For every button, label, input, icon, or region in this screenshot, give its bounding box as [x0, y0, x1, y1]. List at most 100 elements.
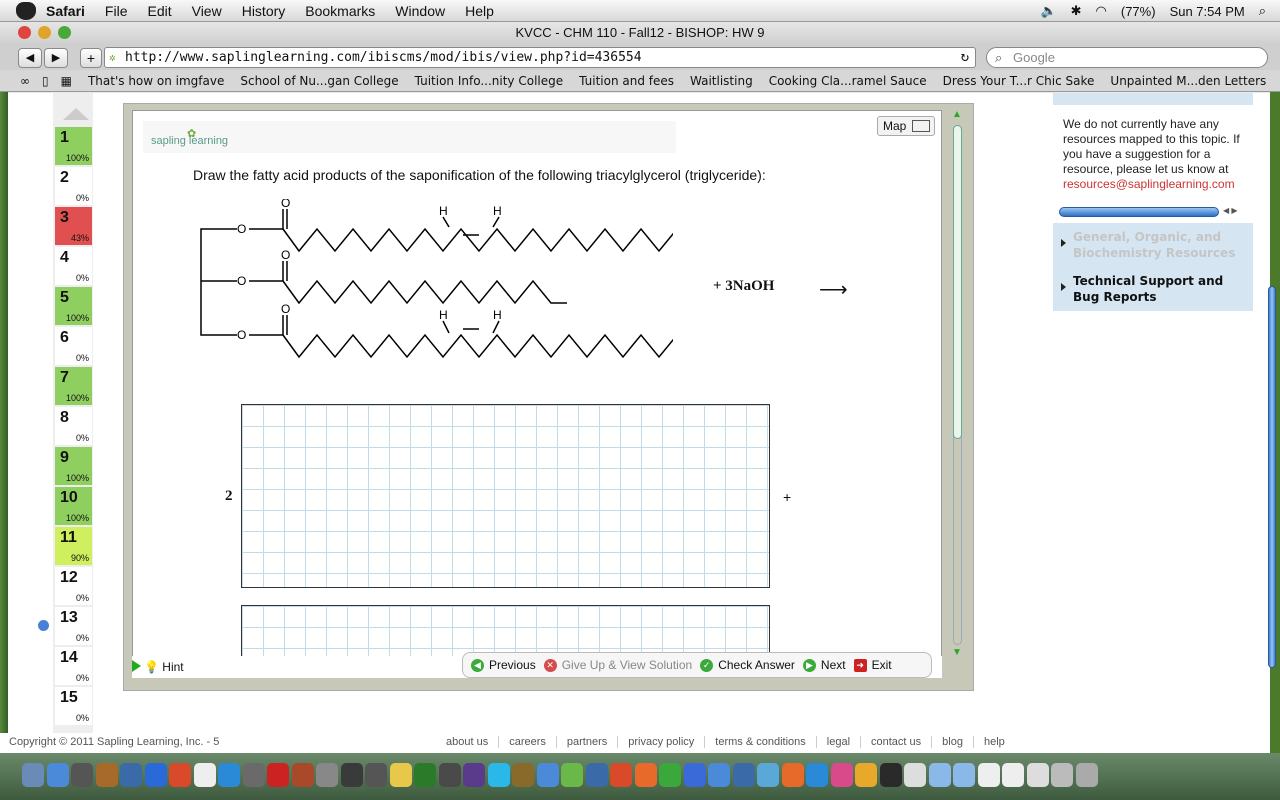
question-item-4[interactable]: 4 0%: [55, 247, 92, 285]
dock-app-icon[interactable]: [659, 763, 681, 787]
content-scrollbar[interactable]: ▲ ▼: [950, 109, 964, 659]
bookmark-item[interactable]: Tuition Info...nity College: [415, 74, 564, 88]
dock-app-icon[interactable]: [904, 763, 926, 787]
scroll-thumb[interactable]: [953, 125, 962, 439]
previous-button[interactable]: ◀ Previous: [471, 658, 536, 672]
dock-app-icon[interactable]: [781, 763, 804, 787]
add-bookmark-button[interactable]: +: [80, 48, 102, 68]
dock-app-icon[interactable]: [561, 763, 583, 787]
dock-app-icon[interactable]: [1002, 763, 1024, 787]
sidebar-hscrollbar[interactable]: ◀ ▶: [1053, 205, 1253, 219]
dock-app-icon[interactable]: [389, 763, 412, 787]
dock-app-icon[interactable]: [365, 763, 387, 787]
dock-app-icon[interactable]: [634, 763, 657, 787]
dock-app-icon[interactable]: [144, 763, 167, 787]
give-up-button[interactable]: ✕ Give Up & View Solution: [543, 658, 692, 672]
menu-edit[interactable]: Edit: [147, 3, 171, 19]
apple-icon[interactable]: [16, 1, 36, 20]
dock-app-icon[interactable]: [806, 763, 828, 787]
footer-link[interactable]: contact us: [861, 736, 933, 748]
footer-link[interactable]: terms & conditions: [705, 736, 817, 748]
bookmark-item[interactable]: Tuition and fees: [579, 74, 674, 88]
footer-link[interactable]: about us: [436, 736, 500, 748]
dock-app-icon[interactable]: [1075, 763, 1098, 787]
question-item-11[interactable]: 11 90%: [55, 527, 92, 565]
footer-link[interactable]: partners: [557, 736, 619, 748]
menu-help[interactable]: Help: [465, 3, 494, 19]
scroll-up-triangle-icon[interactable]: [63, 108, 89, 120]
clock[interactable]: Sun 7:54 PM: [1170, 4, 1245, 19]
dock-app-icon[interactable]: [218, 763, 240, 787]
close-window-button[interactable]: [18, 26, 31, 39]
sidebar-hscroll-arrows-icon[interactable]: ◀ ▶: [1223, 206, 1238, 215]
dock-app-icon[interactable]: [193, 763, 216, 787]
dock-app-icon[interactable]: [340, 763, 363, 787]
question-item-13[interactable]: 13 0%: [55, 607, 92, 645]
dock-app-icon[interactable]: [879, 763, 902, 787]
dock-app-icon[interactable]: [438, 763, 461, 787]
dock-app-icon[interactable]: [120, 763, 142, 787]
question-item-2[interactable]: 2 0%: [55, 167, 92, 205]
question-item-7[interactable]: 7 100%: [55, 367, 92, 405]
bookmarks-book-icon[interactable]: ▯: [42, 74, 49, 88]
map-button[interactable]: Map: [877, 116, 935, 136]
question-item-6[interactable]: 6 0%: [55, 327, 92, 365]
question-item-15[interactable]: 15 0%: [55, 687, 92, 725]
bookmark-item[interactable]: Waitlisting: [690, 74, 753, 88]
scroll-down-arrow-icon[interactable]: ▼: [952, 647, 962, 658]
question-item-5[interactable]: 5 100%: [55, 287, 92, 325]
dock-app-icon[interactable]: [830, 763, 853, 787]
menu-bookmarks[interactable]: Bookmarks: [305, 3, 375, 19]
dock-app-icon[interactable]: [708, 763, 730, 787]
page-scroll-thumb[interactable]: [1268, 286, 1276, 668]
dock-app-icon[interactable]: [22, 763, 44, 787]
footer-link[interactable]: blog: [932, 736, 974, 748]
page-scrollbar[interactable]: [1266, 93, 1278, 733]
dock-app-icon[interactable]: [610, 763, 632, 787]
resources-email-link[interactable]: resources@saplinglearning.com: [1063, 177, 1235, 191]
spotlight-icon[interactable]: ⌕: [1259, 3, 1266, 19]
dock-app-icon[interactable]: [757, 763, 779, 787]
dock-app-icon[interactable]: [683, 763, 706, 787]
minimize-window-button[interactable]: [38, 26, 51, 39]
dock-app-icon[interactable]: [316, 763, 338, 787]
volume-icon[interactable]: 🔈: [1040, 3, 1056, 19]
sidebar-item-general-organic[interactable]: General, Organic, and Biochemistry Resou…: [1053, 223, 1253, 267]
dock-app-icon[interactable]: [732, 763, 755, 787]
menu-app-name[interactable]: Safari: [46, 3, 85, 19]
footer-link[interactable]: privacy policy: [618, 736, 706, 748]
play-icon[interactable]: [132, 660, 141, 672]
search-field[interactable]: ⌕ Google: [986, 47, 1268, 68]
bluetooth-icon[interactable]: ✱: [1071, 3, 1082, 19]
dock-app-icon[interactable]: [855, 763, 877, 787]
dock-app-icon[interactable]: [267, 763, 289, 787]
dock-app-icon[interactable]: [536, 763, 559, 787]
question-item-12[interactable]: 12 0%: [55, 567, 92, 605]
reading-list-icon[interactable]: ∞: [20, 74, 30, 88]
dock-app-icon[interactable]: [71, 763, 93, 787]
hint-button[interactable]: 💡 Hint: [144, 660, 184, 674]
question-item-10[interactable]: 10 100%: [55, 487, 92, 525]
dock-app-icon[interactable]: [487, 763, 510, 787]
bookmark-item[interactable]: Cooking Cla...ramel Sauce: [769, 74, 927, 88]
question-item-1[interactable]: 1 100%: [55, 127, 92, 165]
bookmark-item[interactable]: School of Nu...gan College: [240, 74, 398, 88]
footer-link[interactable]: legal: [817, 736, 862, 748]
sidebar-item-tech-support[interactable]: Technical Support and Bug Reports: [1053, 267, 1253, 311]
exit-button[interactable]: ➜ Exit: [853, 658, 892, 672]
footer-link[interactable]: careers: [499, 736, 557, 748]
dock-app-icon[interactable]: [1026, 763, 1049, 787]
scroll-up-arrow-icon[interactable]: ▲: [952, 109, 962, 120]
bookmark-item[interactable]: Dress Your T...r Chic Sake: [943, 74, 1095, 88]
dock-app-icon[interactable]: [46, 763, 69, 787]
footer-link[interactable]: help: [974, 736, 1015, 748]
dock-app-icon[interactable]: [463, 763, 485, 787]
next-button[interactable]: ▶ Next: [802, 658, 846, 672]
question-item-8[interactable]: 8 0%: [55, 407, 92, 445]
dock-app-icon[interactable]: [242, 763, 265, 787]
dock-app-icon[interactable]: [291, 763, 314, 787]
forward-button[interactable]: ▶: [44, 48, 68, 68]
dock-app-icon[interactable]: [977, 763, 1000, 787]
dock-app-icon[interactable]: [953, 763, 975, 787]
dock-app-icon[interactable]: [169, 763, 191, 787]
